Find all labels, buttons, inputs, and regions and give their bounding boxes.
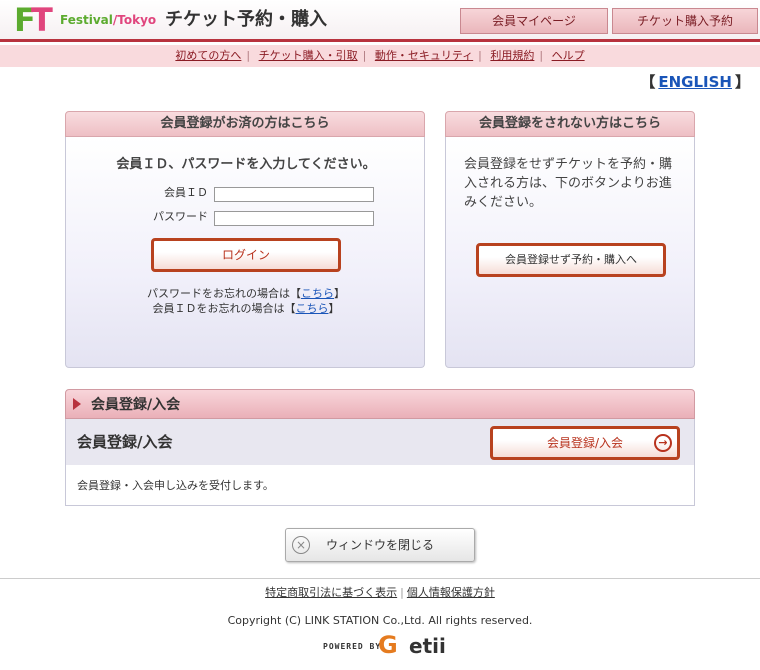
guest-purchase-button[interactable]: 会員登録せず予約・購入へ: [476, 243, 666, 277]
triangle-right-icon: [73, 398, 81, 410]
register-button[interactable]: 会員登録/入会 →: [490, 426, 680, 460]
forgot-password-prefix: パスワードをお忘れの場合は【: [147, 287, 301, 300]
getii-logo-g: G: [378, 631, 398, 659]
forgot-password-text: パスワードをお忘れの場合は【こちら】: [66, 287, 426, 301]
festival-tokyo-logo[interactable]: F T: [14, 1, 53, 39]
nav-link-security[interactable]: 動作・セキュリティ: [375, 49, 473, 62]
close-window-label: ウィンドウを閉じる: [325, 538, 434, 552]
logo-letter-t: T: [31, 1, 53, 39]
close-icon: ×: [292, 536, 310, 554]
nav-link-first-time[interactable]: 初めての方へ: [175, 49, 241, 62]
nav-separator: |: [246, 49, 251, 62]
footer-link-commercial-law[interactable]: 特定商取引法に基づく表示: [265, 586, 397, 599]
language-switch: 【ENGLISH】: [640, 73, 750, 91]
registration-section-header: 会員登録/入会: [65, 389, 695, 419]
powered-by-label: POWERED BY: [323, 642, 382, 651]
getii-logo-rest: etii: [409, 634, 446, 658]
member-id-input[interactable]: [214, 187, 374, 202]
footer-divider: [0, 578, 760, 579]
register-button-label: 会員登録/入会: [546, 436, 624, 450]
footer-links: 特定商取引法に基づく表示 | 個人情報保護方針: [0, 585, 760, 601]
password-input[interactable]: [214, 211, 374, 226]
bracket-open: 【: [640, 73, 656, 91]
login-instruction: 会員ＩＤ、パスワードを入力してください。: [116, 157, 376, 172]
registration-description: 会員登録・入会申し込みを受付します。: [77, 479, 274, 492]
brand-part-festival: Festival: [60, 13, 113, 27]
registration-section-title: 会員登録/入会: [91, 397, 181, 413]
login-panel-title: 会員登録がお済の方はこちら: [65, 111, 425, 137]
nav-link-help[interactable]: ヘルプ: [552, 49, 585, 62]
guest-panel: 会員登録をせずチケットを予約・購入される方は、下のボタンよりお進みください。 会…: [445, 137, 695, 368]
close-window-button[interactable]: × ウィンドウを閉じる: [285, 528, 475, 562]
nav-link-ticket-purchase[interactable]: チケット購入・引取: [259, 49, 358, 62]
password-label: パスワード: [153, 210, 208, 223]
registration-row: 会員登録/入会 会員登録/入会 →: [65, 419, 695, 465]
english-link[interactable]: ENGLISH: [658, 73, 732, 91]
getii-logo: G etii: [378, 631, 448, 661]
brand-part-tokyo: Tokyo: [117, 13, 157, 27]
registration-subtitle: 会員登録/入会: [77, 433, 173, 451]
header: F T Festival/Tokyo チケット予約・購入 会員マイページ チケッ…: [0, 0, 760, 42]
forgot-id-suffix: 】: [328, 302, 340, 315]
footer-link-privacy[interactable]: 個人情報保護方針: [407, 586, 495, 599]
page-title: チケット予約・購入: [165, 9, 327, 30]
nav-separator: |: [539, 49, 544, 62]
guest-panel-title: 会員登録をされない方はこちら: [445, 111, 695, 137]
copyright: Copyright (C) LINK STATION Co.,Ltd. All …: [227, 614, 533, 627]
nav-separator: |: [362, 49, 367, 62]
footer-separator: |: [400, 586, 404, 599]
forgot-id-link[interactable]: こちら: [296, 302, 329, 315]
login-button[interactable]: ログイン: [151, 238, 341, 272]
member-mypage-button[interactable]: 会員マイページ: [460, 8, 608, 34]
arrow-right-circle-icon: →: [654, 434, 672, 452]
guest-panel-text: 会員登録をせずチケットを予約・購入される方は、下のボタンよりお進みください。: [464, 157, 673, 210]
forgot-id-prefix: 会員ＩＤをお忘れの場合は【: [152, 302, 296, 315]
login-panel: 会員ＩＤ、パスワードを入力してください。 会員ＩＤ パスワード ログイン パスワ…: [65, 137, 425, 368]
nav-link-terms[interactable]: 利用規約: [490, 49, 534, 62]
brand-name: Festival/Tokyo: [60, 13, 156, 27]
ticket-reservation-button[interactable]: チケット購入予約: [612, 8, 758, 34]
bracket-close: 】: [734, 73, 750, 91]
forgot-id-text: 会員ＩＤをお忘れの場合は【こちら】: [66, 302, 426, 316]
forgot-password-link[interactable]: こちら: [301, 287, 334, 300]
member-id-label: 会員ＩＤ: [164, 186, 208, 199]
sub-navigation: 初めての方へ | チケット購入・引取 | 動作・セキュリティ | 利用規約 | ヘルプ: [0, 45, 760, 67]
forgot-password-suffix: 】: [334, 287, 345, 300]
registration-description-box: 会員登録・入会申し込みを受付します。: [65, 465, 695, 506]
nav-separator: |: [478, 49, 482, 62]
